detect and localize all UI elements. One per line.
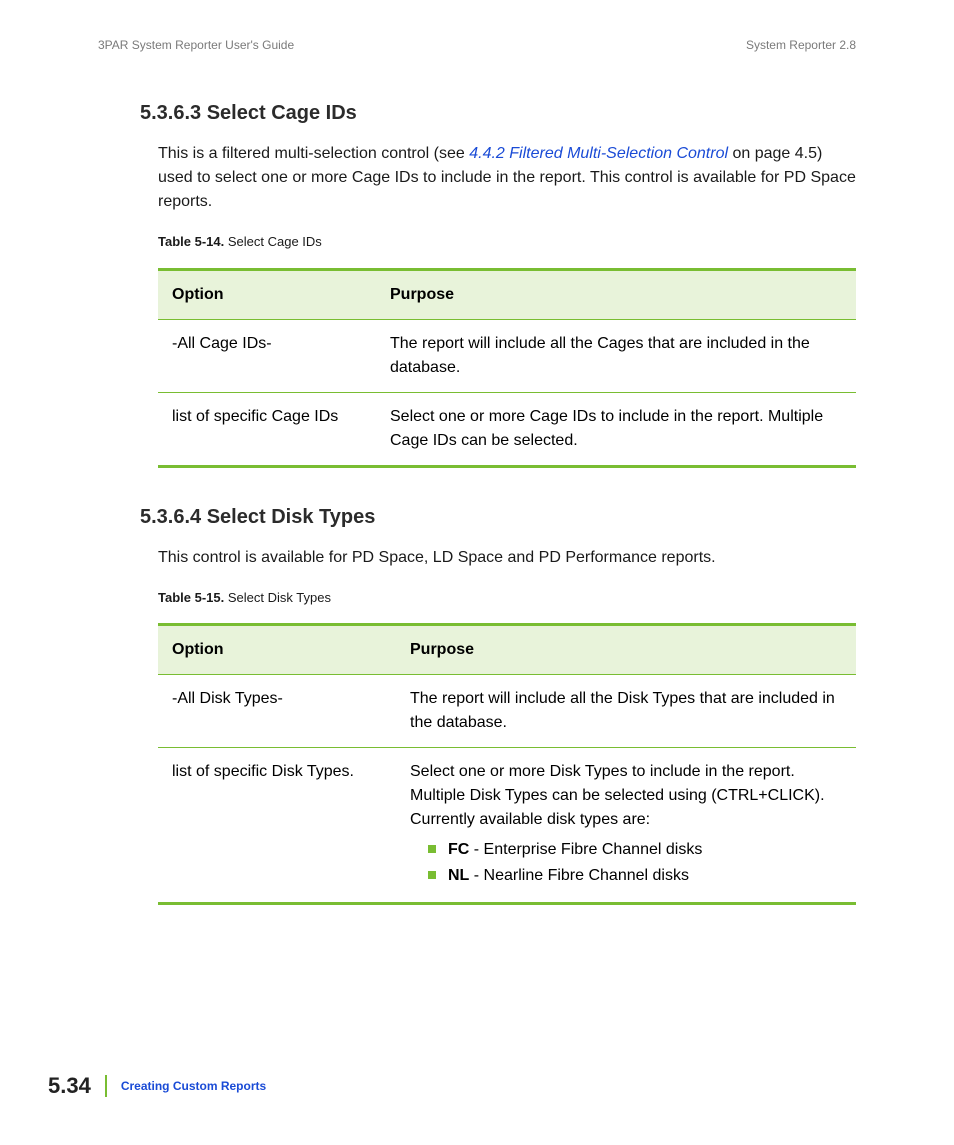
cell-purpose: The report will include all the Cages th… — [376, 319, 856, 392]
disk-type-list: FC - Enterprise Fibre Channel disks NL -… — [410, 838, 842, 888]
table-header-row: Option Purpose — [158, 269, 856, 319]
disk-type-code: NL — [448, 867, 469, 884]
table-row: -All Disk Types- The report will include… — [158, 675, 856, 748]
caption-text-value: Select Disk Types — [228, 590, 331, 605]
table-row: -All Cage IDs- The report will include a… — [158, 319, 856, 392]
table-header-row: Option Purpose — [158, 625, 856, 675]
purpose-intro: Select one or more Disk Types to include… — [410, 763, 825, 828]
chapter-title: Creating Custom Reports — [107, 1077, 266, 1095]
caption-label: Table 5-14. — [158, 234, 224, 249]
th-option: Option — [158, 269, 376, 319]
content: 5.3.6.3 Select Cage IDs This is a filter… — [96, 98, 858, 905]
th-purpose: Purpose — [376, 269, 856, 319]
para-disk-types: This control is available for PD Space, … — [140, 546, 858, 570]
xref-filtered-multi-selection[interactable]: 4.4.2 Filtered Multi-Selection Control — [469, 145, 728, 162]
page-container: 3PAR System Reporter User's Guide System… — [0, 0, 954, 1145]
cell-option: list of specific Cage IDs — [158, 392, 376, 466]
list-item: NL - Nearline Fibre Channel disks — [428, 864, 842, 888]
heading-select-disk-types: 5.3.6.4 Select Disk Types — [140, 502, 858, 532]
caption-text-value: Select Cage IDs — [228, 234, 322, 249]
th-option: Option — [158, 625, 396, 675]
table-row: list of specific Disk Types. Select one … — [158, 748, 856, 904]
cell-purpose: Select one or more Disk Types to include… — [396, 748, 856, 904]
th-purpose: Purpose — [396, 625, 856, 675]
header-right: System Reporter 2.8 — [746, 36, 856, 54]
para-cage-ids: This is a filtered multi-selection contr… — [140, 142, 858, 214]
cell-option: list of specific Disk Types. — [158, 748, 396, 904]
page-footer: 5.34 Creating Custom Reports — [48, 1075, 266, 1097]
table-select-cage-ids: Option Purpose -All Cage IDs- The report… — [158, 268, 856, 468]
table-caption-5-15: Table 5-15. Select Disk Types — [158, 588, 858, 608]
disk-type-code: FC — [448, 841, 469, 858]
table-select-disk-types: Option Purpose -All Disk Types- The repo… — [158, 623, 856, 905]
disk-type-desc: - Enterprise Fibre Channel disks — [469, 841, 702, 858]
running-header: 3PAR System Reporter User's Guide System… — [96, 36, 858, 54]
table-caption-5-14: Table 5-14. Select Cage IDs — [158, 232, 858, 252]
heading-select-cage-ids: 5.3.6.3 Select Cage IDs — [140, 98, 858, 128]
caption-label: Table 5-15. — [158, 590, 224, 605]
list-item: FC - Enterprise Fibre Channel disks — [428, 838, 842, 862]
disk-type-desc: - Nearline Fibre Channel disks — [469, 867, 689, 884]
text-pre-link: This is a filtered multi-selection contr… — [158, 145, 469, 162]
header-left: 3PAR System Reporter User's Guide — [98, 36, 294, 54]
cell-purpose: The report will include all the Disk Typ… — [396, 675, 856, 748]
table-row: list of specific Cage IDs Select one or … — [158, 392, 856, 466]
page-number: 5.34 — [48, 1075, 107, 1097]
cell-option: -All Disk Types- — [158, 675, 396, 748]
cell-option: -All Cage IDs- — [158, 319, 376, 392]
cell-purpose: Select one or more Cage IDs to include i… — [376, 392, 856, 466]
